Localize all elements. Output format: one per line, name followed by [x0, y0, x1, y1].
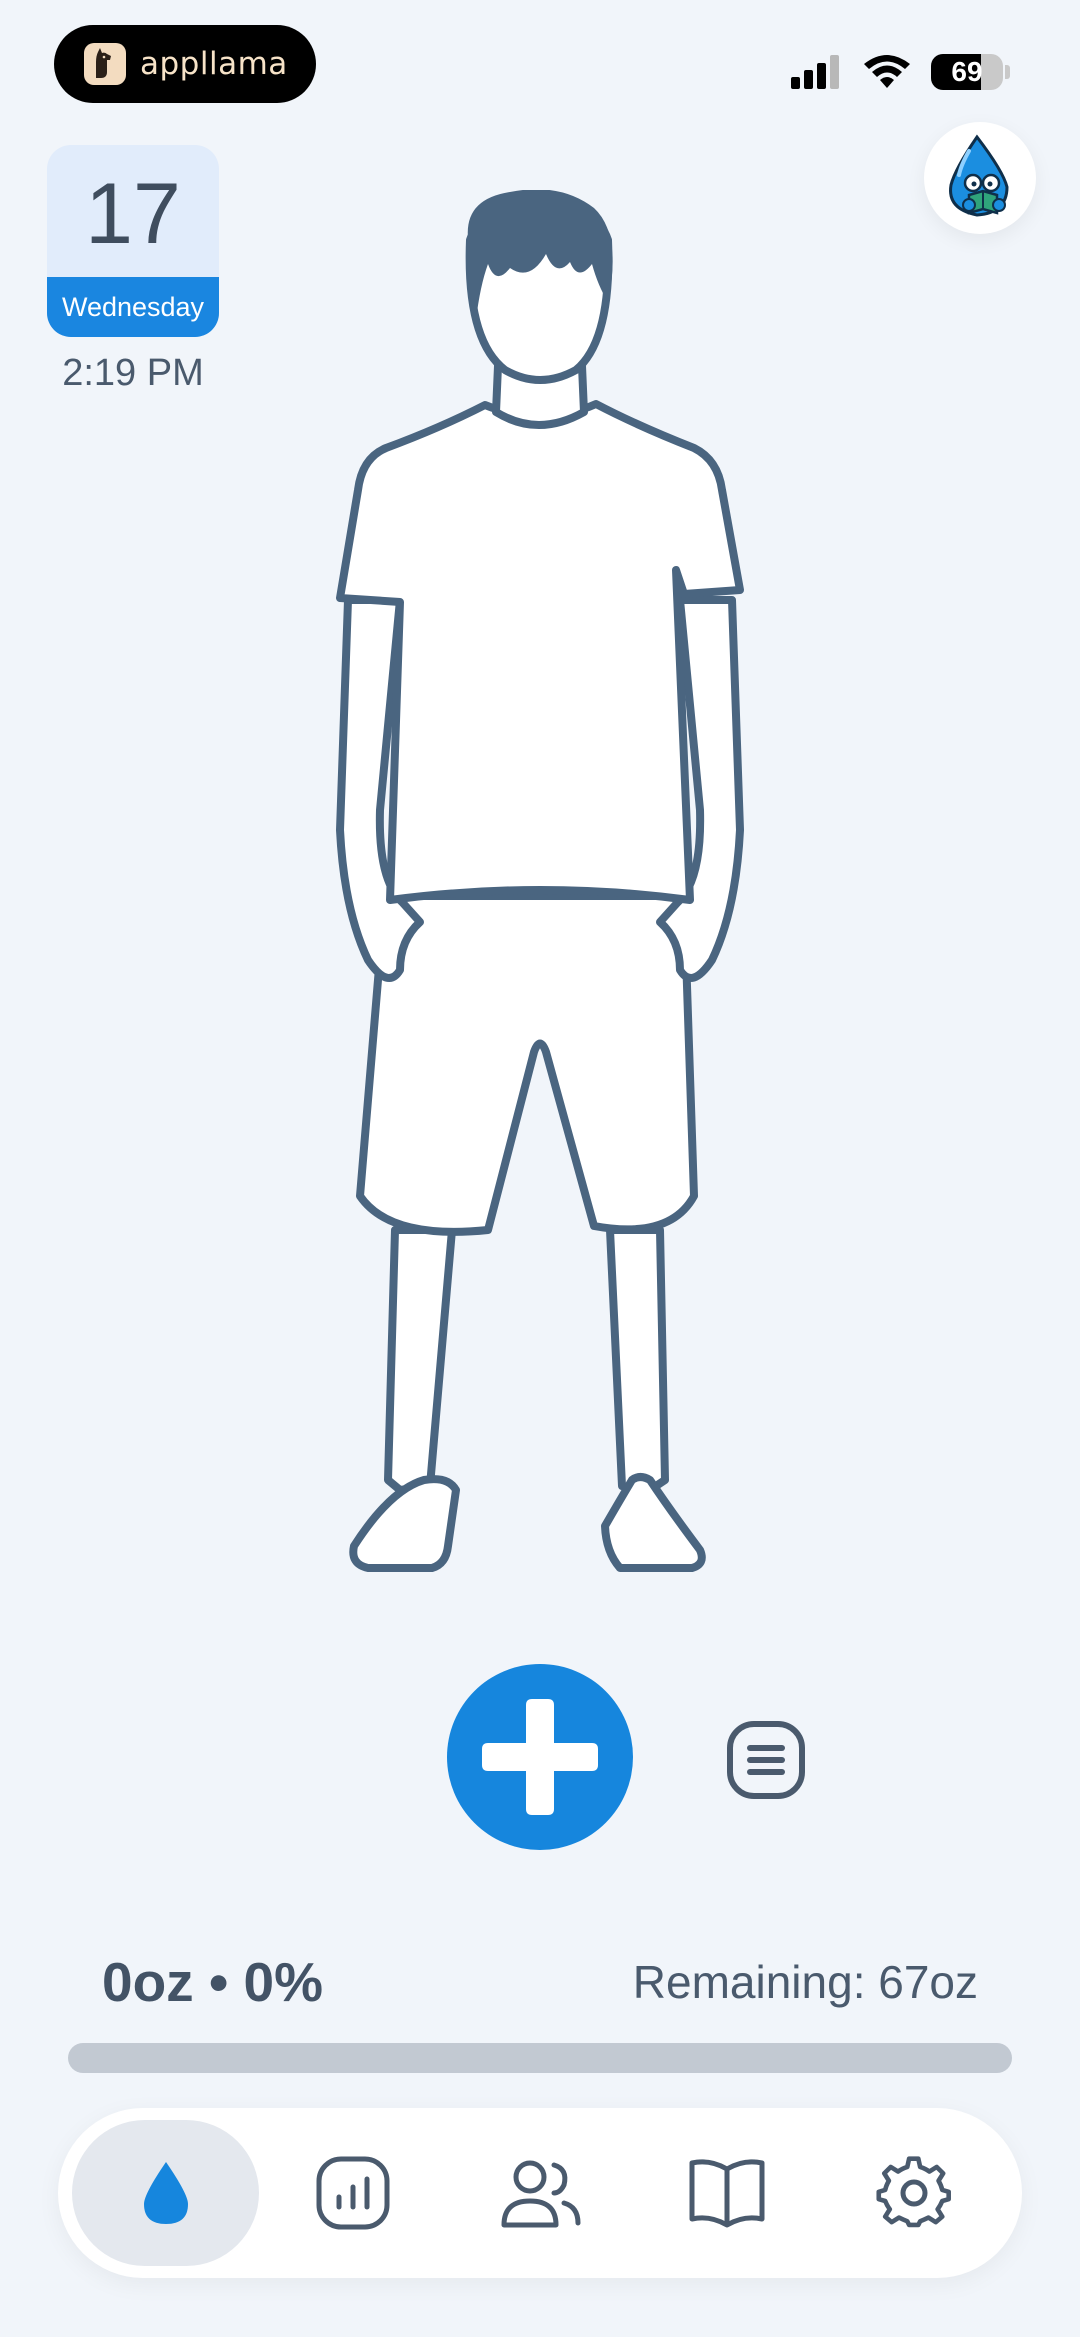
tab-community[interactable] — [446, 2120, 633, 2266]
llama-logo-icon — [84, 43, 126, 85]
remaining-label: Remaining: 67oz — [632, 1956, 978, 2008]
signal-icon — [791, 55, 839, 89]
profile-button[interactable] — [924, 122, 1036, 234]
battery-indicator: 69 — [931, 54, 1003, 90]
app-name: appllama — [140, 46, 288, 82]
tab-settings[interactable] — [821, 2120, 1008, 2266]
wifi-icon — [864, 55, 910, 88]
plus-icon — [482, 1699, 598, 1815]
weekday-label: Wednesday — [47, 277, 219, 337]
intake-log-button[interactable] — [724, 1718, 808, 1802]
battery-percent: 69 — [951, 56, 983, 87]
intake-label: 0oz • 0% — [102, 1951, 323, 2013]
book-icon — [689, 2159, 765, 2228]
day-number: 17 — [85, 165, 181, 262]
status-indicators: 69 — [791, 50, 1010, 94]
body-figure-illustration — [336, 190, 744, 1572]
bottom-tab-bar — [58, 2108, 1022, 2278]
time-label: 2:19 PM — [62, 352, 204, 394]
people-icon — [501, 2160, 581, 2228]
intake-summary: 0oz • 0% Remaining: 67oz — [102, 1950, 978, 2014]
gear-icon — [876, 2156, 952, 2228]
intake-progress-bar — [68, 2043, 1012, 2073]
app-badge[interactable]: appllama — [54, 25, 316, 103]
tab-hydration[interactable] — [72, 2120, 260, 2266]
date-card[interactable]: 17 Wednesday — [47, 145, 219, 337]
water-drop-reading-mascot-icon — [949, 134, 1009, 217]
add-water-button[interactable] — [447, 1664, 633, 1850]
list-icon — [727, 1721, 805, 1799]
tab-learn[interactable] — [634, 2120, 821, 2266]
tab-statistics[interactable] — [259, 2120, 446, 2266]
water-drop-icon — [143, 2162, 188, 2224]
bar-chart-icon — [316, 2156, 390, 2230]
